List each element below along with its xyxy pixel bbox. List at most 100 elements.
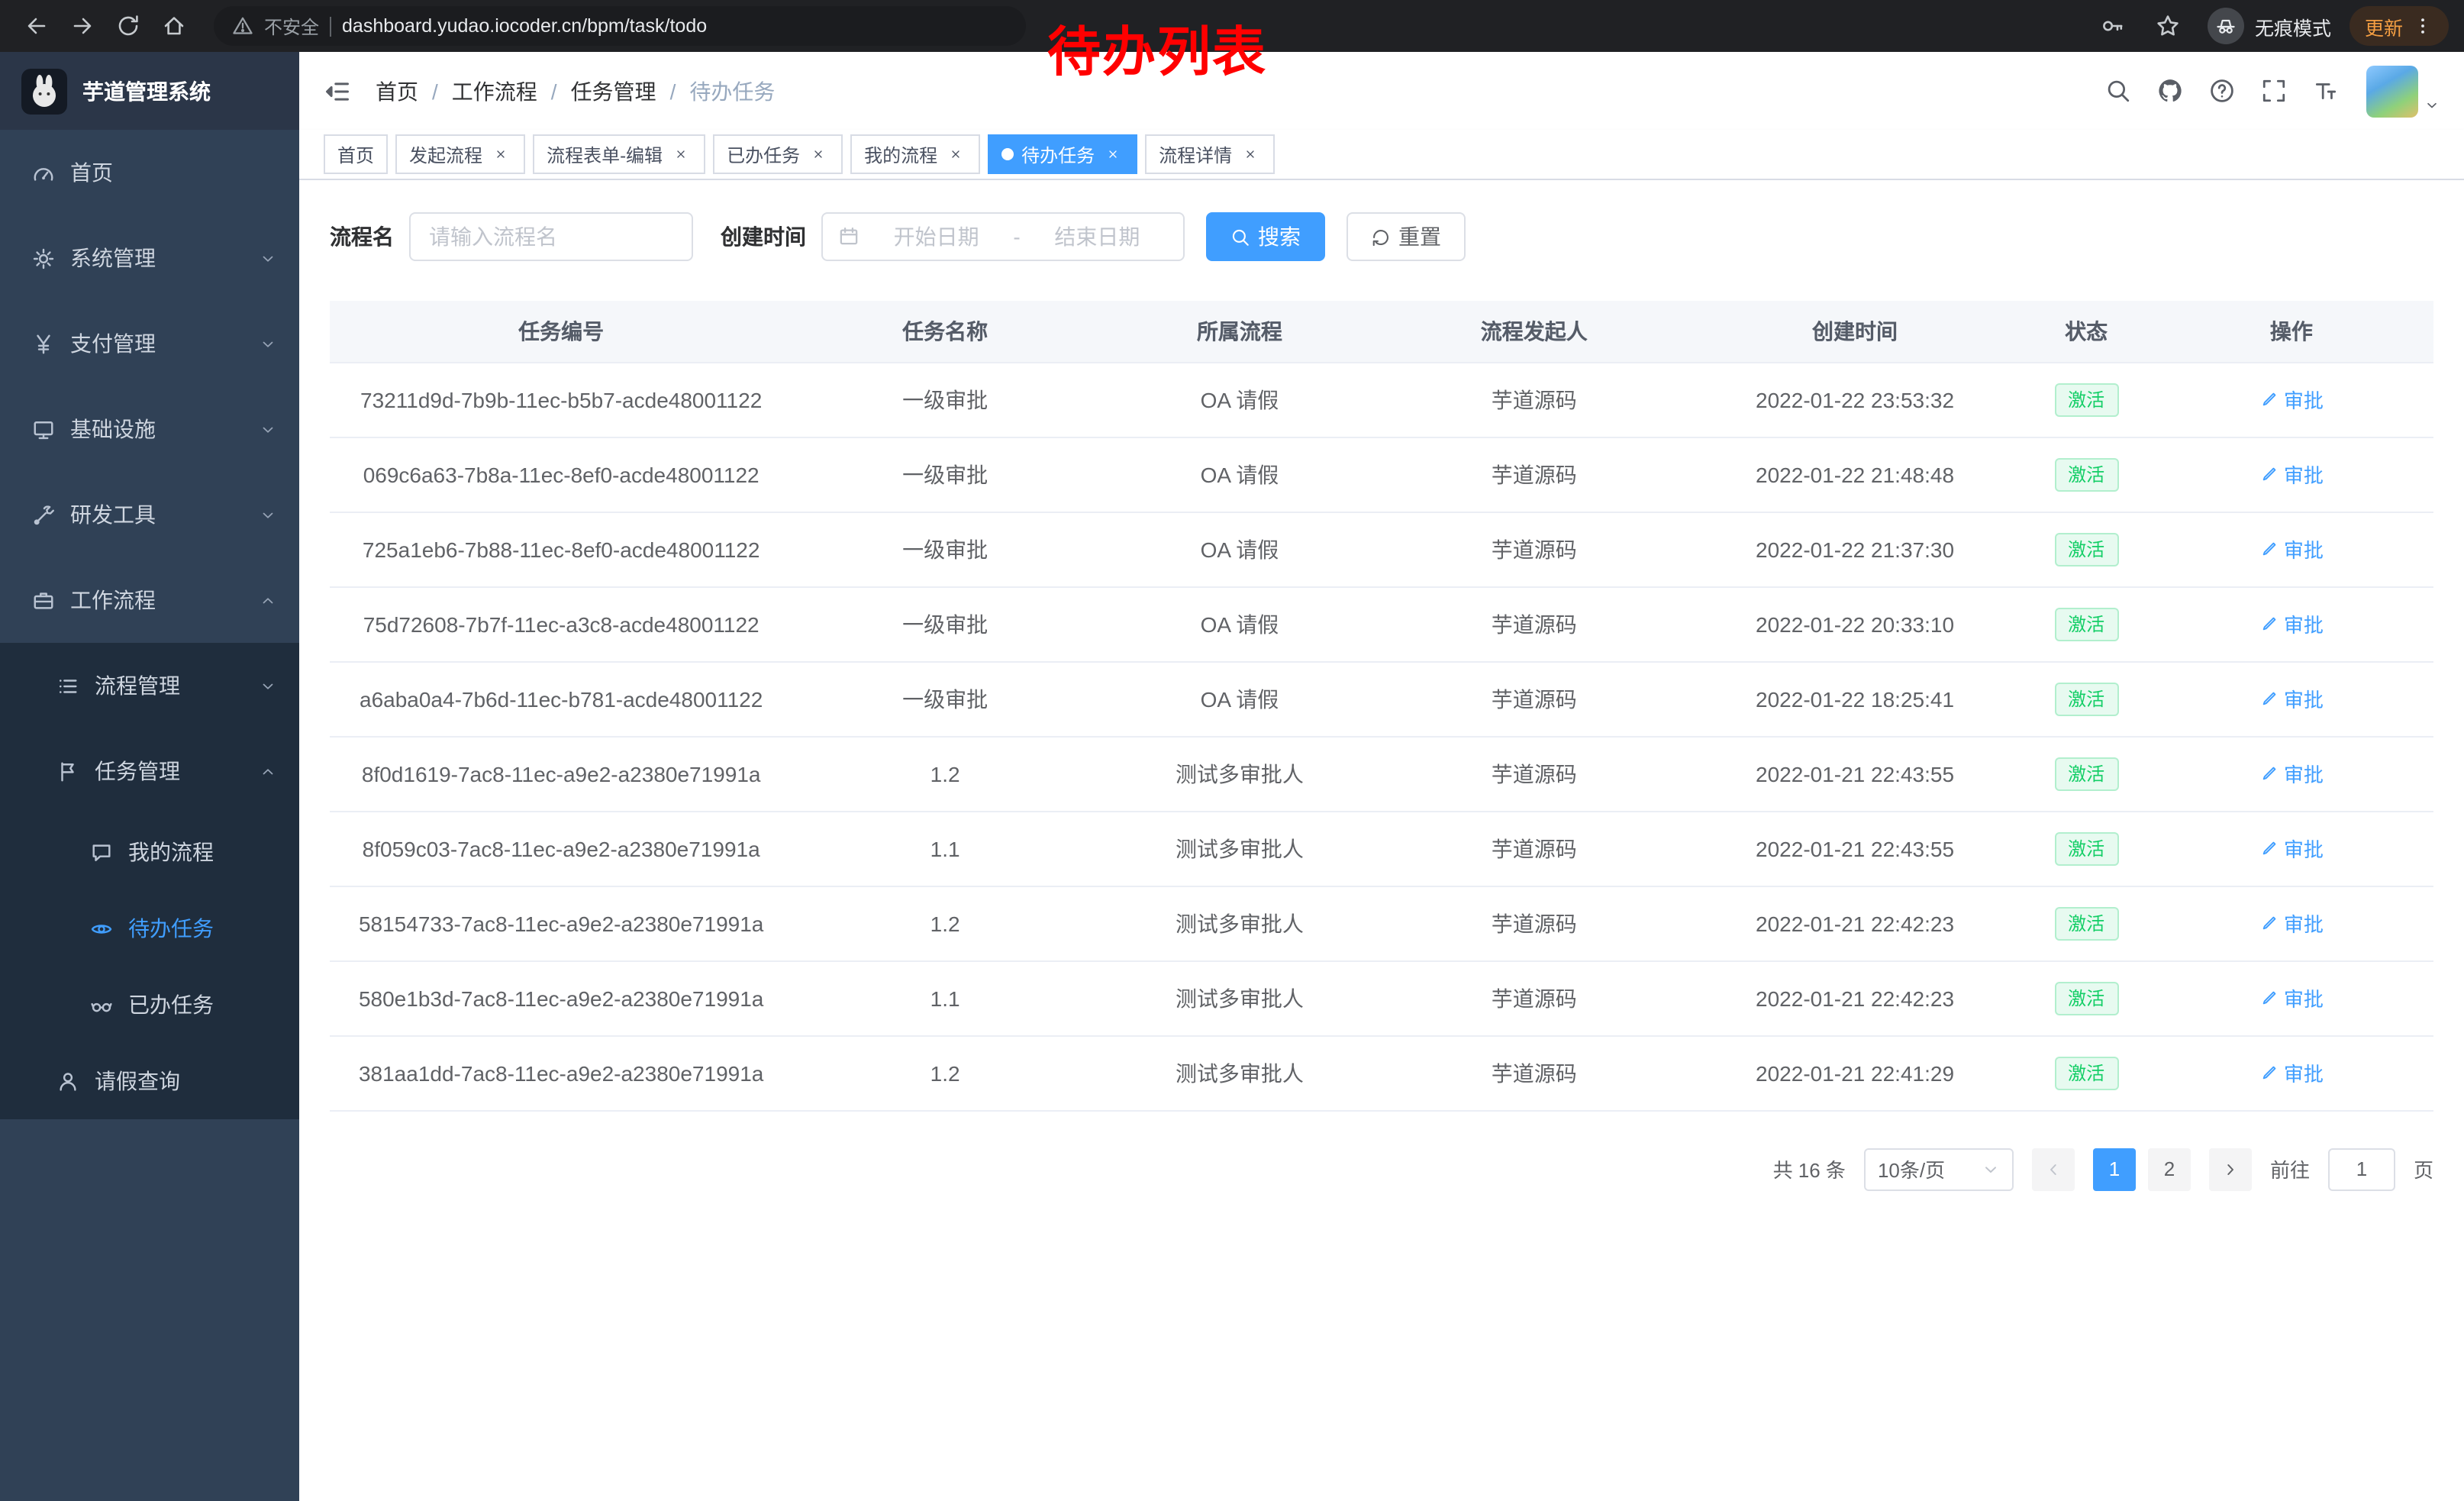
infra-icon bbox=[32, 418, 55, 441]
page-button-1[interactable]: 1 bbox=[2093, 1148, 2136, 1190]
tab-label: 流程详情 bbox=[1159, 141, 1232, 167]
breadcrumb: 首页/工作流程/任务管理/待办任务 bbox=[376, 76, 775, 106]
close-icon[interactable] bbox=[1102, 144, 1124, 165]
incognito-icon-circle bbox=[2208, 8, 2244, 44]
sidebar-item-dev-tools[interactable]: 研发工具 bbox=[0, 472, 299, 557]
approve-link[interactable]: 审批 bbox=[2259, 759, 2324, 788]
home-button[interactable] bbox=[153, 6, 195, 46]
sidebar-item-home[interactable]: 首页 bbox=[0, 130, 299, 215]
cell-process: OA 请假 bbox=[1098, 512, 1382, 586]
close-icon[interactable] bbox=[1240, 144, 1261, 165]
breadcrumb-item-2[interactable]: 任务管理 bbox=[571, 76, 656, 106]
tab-todo-tasks[interactable]: 待办任务 bbox=[988, 134, 1137, 174]
sidebar-item-infrastructure[interactable]: 基础设施 bbox=[0, 386, 299, 472]
password-manager-button[interactable] bbox=[2091, 6, 2134, 46]
range-separator: - bbox=[1013, 224, 1020, 249]
page-size-select[interactable]: 10条/页 bbox=[1864, 1148, 2014, 1190]
search-button[interactable] bbox=[2095, 68, 2140, 114]
edit-icon bbox=[2259, 465, 2278, 483]
github-button[interactable] bbox=[2146, 68, 2192, 114]
sidebar-item-system[interactable]: 系统管理 bbox=[0, 215, 299, 301]
cell-task-id: 8f0d1619-7ac8-11ec-a9e2-a2380e71991a bbox=[330, 736, 792, 811]
user-menu[interactable] bbox=[2366, 65, 2440, 117]
forward-button[interactable] bbox=[61, 6, 104, 46]
cell-initiator: 芋道源码 bbox=[1382, 586, 1687, 661]
address-bar[interactable]: 不安全 dashboard.yudao.iocoder.cn/bpm/task/… bbox=[214, 6, 1026, 46]
font-size-button[interactable] bbox=[2302, 68, 2348, 114]
close-icon[interactable] bbox=[670, 144, 692, 165]
breadcrumb-separator: / bbox=[551, 79, 557, 103]
refresh-button[interactable] bbox=[107, 6, 150, 46]
sidebar-item-payment[interactable]: 支付管理 bbox=[0, 301, 299, 386]
approve-link[interactable]: 审批 bbox=[2259, 385, 2324, 414]
app-logo bbox=[21, 68, 67, 114]
page-button-2[interactable]: 2 bbox=[2148, 1148, 2191, 1190]
table-row: 069c6a63-7b8a-11ec-8ef0-acde48001122一级审批… bbox=[330, 437, 2433, 512]
cell-actions: 审批 bbox=[2150, 512, 2433, 586]
date-range-picker[interactable]: 开始日期 - 结束日期 bbox=[821, 212, 1185, 261]
cell-initiator: 芋道源码 bbox=[1382, 1035, 1687, 1110]
breadcrumb-item-0[interactable]: 首页 bbox=[376, 76, 418, 106]
back-button[interactable] bbox=[15, 6, 58, 46]
edit-icon bbox=[2259, 540, 2278, 558]
close-icon[interactable] bbox=[490, 144, 511, 165]
my-process-icon bbox=[90, 841, 113, 863]
approve-link[interactable]: 审批 bbox=[2259, 909, 2324, 938]
tab-home[interactable]: 首页 bbox=[324, 134, 388, 174]
tab-process-detail[interactable]: 流程详情 bbox=[1145, 134, 1275, 174]
font-size-icon bbox=[2312, 78, 2338, 104]
sidebar-item-task-mgmt[interactable]: 任务管理 bbox=[0, 728, 299, 814]
tab-start-process[interactable]: 发起流程 bbox=[395, 134, 525, 174]
help-button[interactable] bbox=[2198, 68, 2244, 114]
sidebar-item-label: 请假查询 bbox=[95, 1066, 180, 1096]
done-icon bbox=[90, 993, 113, 1016]
bookmark-button[interactable] bbox=[2146, 6, 2189, 46]
approve-link[interactable]: 审批 bbox=[2259, 983, 2324, 1012]
sidebar-item-todo-tasks[interactable]: 待办任务 bbox=[0, 890, 299, 967]
approve-link[interactable]: 审批 bbox=[2259, 534, 2324, 563]
close-icon[interactable] bbox=[945, 144, 966, 165]
active-tab-dot bbox=[1001, 148, 1014, 160]
process-name-input[interactable] bbox=[409, 212, 693, 261]
sidebar-item-workflow[interactable]: 工作流程 bbox=[0, 557, 299, 643]
fullscreen-button[interactable] bbox=[2250, 68, 2296, 114]
sidebar-item-leave-query[interactable]: 请假查询 bbox=[0, 1043, 299, 1119]
yen-icon bbox=[32, 332, 55, 355]
search-button[interactable]: 搜索 bbox=[1206, 212, 1325, 261]
task-table: 任务编号任务名称所属流程流程发起人创建时间状态操作 73211d9d-7b9b-… bbox=[330, 301, 2433, 1111]
approve-link[interactable]: 审批 bbox=[2259, 609, 2324, 638]
tab-form-edit[interactable]: 流程表单-编辑 bbox=[533, 134, 705, 174]
chevron-down-icon bbox=[2424, 97, 2440, 112]
sidebar: 芋道管理系统 首页系统管理支付管理基础设施研发工具工作流程流程管理任务管理我的流… bbox=[0, 52, 299, 1501]
update-button[interactable]: 更新 bbox=[2350, 6, 2449, 46]
sidebar-collapse-button[interactable] bbox=[324, 77, 351, 105]
cell-process: 测试多审批人 bbox=[1098, 886, 1382, 960]
close-icon[interactable] bbox=[808, 144, 829, 165]
cell-status: 激活 bbox=[2024, 811, 2150, 886]
cell-status: 激活 bbox=[2024, 586, 2150, 661]
cell-actions: 审批 bbox=[2150, 886, 2433, 960]
approve-link[interactable]: 审批 bbox=[2259, 684, 2324, 713]
cell-status: 激活 bbox=[2024, 736, 2150, 811]
approve-link[interactable]: 审批 bbox=[2259, 460, 2324, 489]
incognito-badge: 无痕模式 bbox=[2208, 8, 2331, 44]
reset-button[interactable]: 重置 bbox=[1346, 212, 1466, 261]
security-label: 不安全 bbox=[264, 13, 319, 39]
prev-page-button[interactable] bbox=[2032, 1148, 2075, 1190]
tab-my-process[interactable]: 我的流程 bbox=[850, 134, 980, 174]
sidebar-item-label: 基础设施 bbox=[70, 414, 156, 444]
approve-label: 审批 bbox=[2284, 983, 2324, 1012]
approve-link[interactable]: 审批 bbox=[2259, 834, 2324, 863]
sidebar-item-process-mgmt[interactable]: 流程管理 bbox=[0, 643, 299, 728]
next-page-button[interactable] bbox=[2209, 1148, 2252, 1190]
approve-link[interactable]: 审批 bbox=[2259, 1058, 2324, 1087]
tab-done-tasks[interactable]: 已办任务 bbox=[713, 134, 843, 174]
cell-created-time: 2022-01-22 21:48:48 bbox=[1687, 437, 2024, 512]
sidebar-item-my-process[interactable]: 我的流程 bbox=[0, 814, 299, 890]
sidebar-item-done-tasks[interactable]: 已办任务 bbox=[0, 967, 299, 1043]
cell-status: 激活 bbox=[2024, 960, 2150, 1035]
breadcrumb-item-1[interactable]: 工作流程 bbox=[452, 76, 537, 106]
header-icon-group bbox=[2095, 68, 2348, 114]
goto-page-input[interactable] bbox=[2328, 1148, 2395, 1190]
incognito-icon bbox=[2215, 15, 2237, 37]
